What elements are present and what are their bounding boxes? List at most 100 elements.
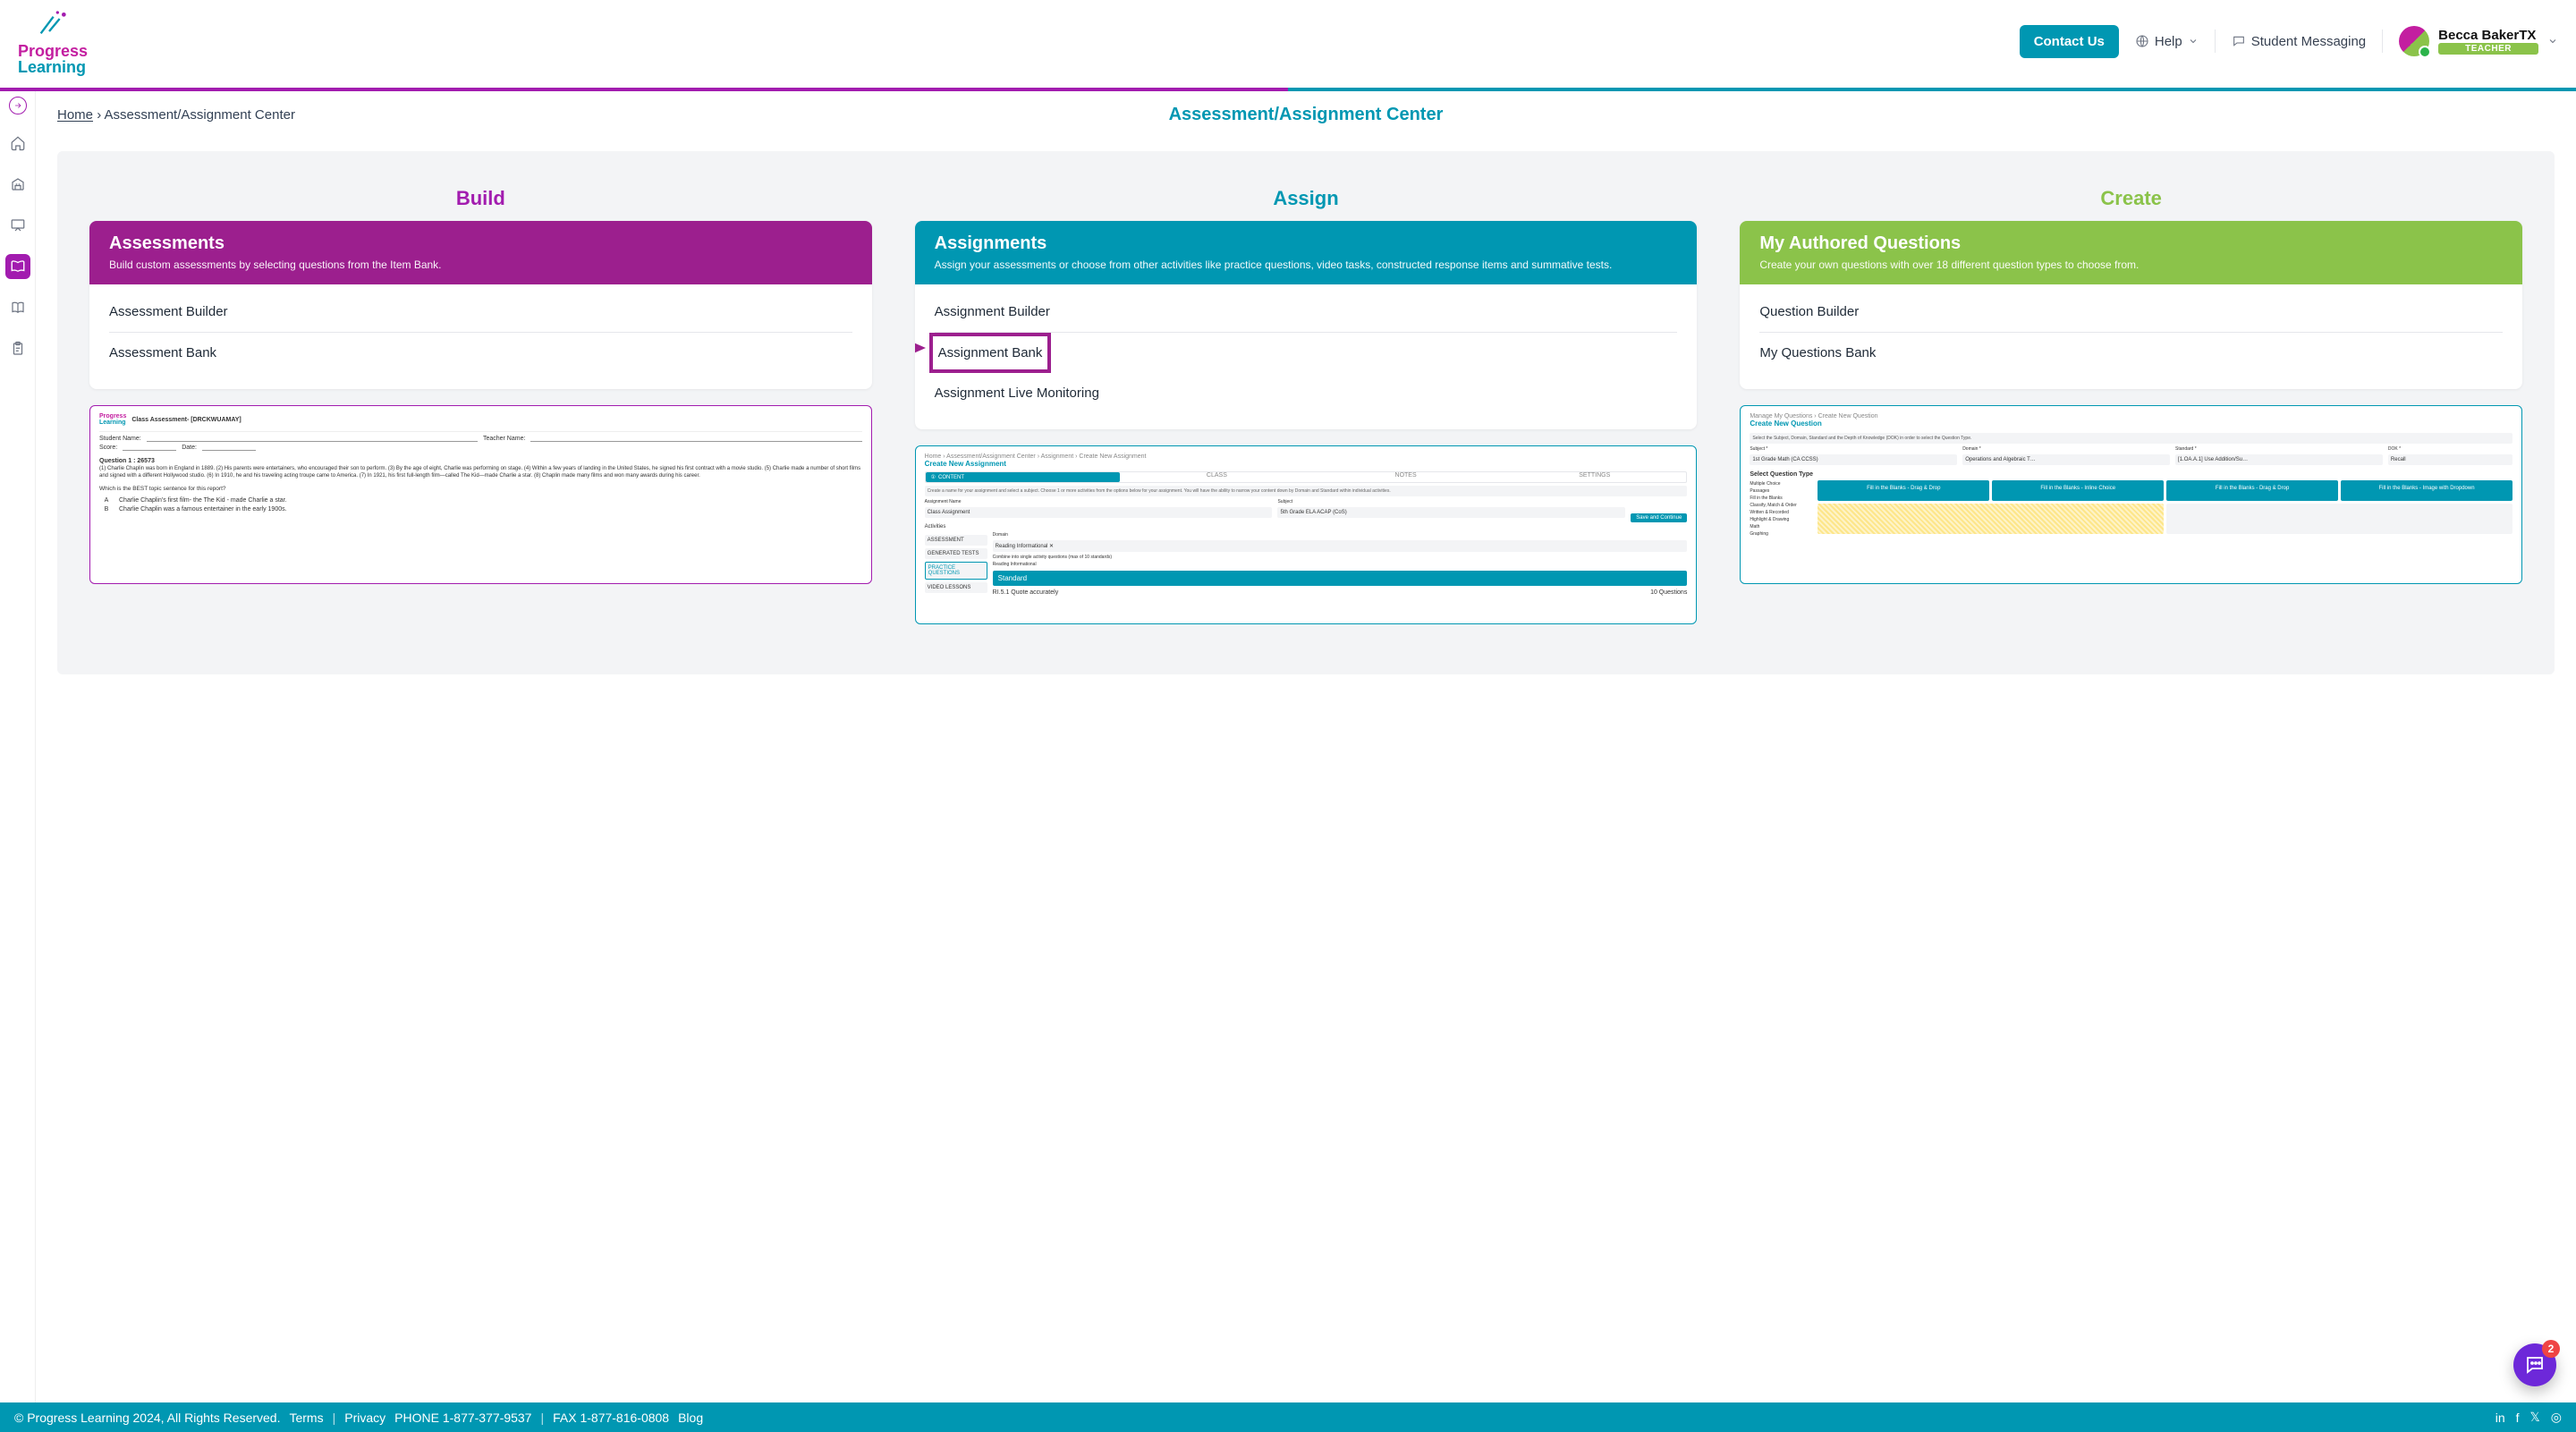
c-dok-value: Recall: [2388, 454, 2512, 465]
act-row: VIDEO LESSONS: [925, 582, 987, 593]
book-open-icon: [10, 258, 26, 275]
authored-sub: Create your own questions with over 18 d…: [1759, 258, 2503, 272]
nav-reports[interactable]: [5, 336, 30, 361]
qt-tile: Fill in the Blanks - Inline Choice: [1992, 480, 2164, 501]
assignment-bank-link[interactable]: Assignment Bank: [929, 333, 1052, 373]
preview-crumb: Home › Assessment/Assignment Center › As…: [925, 453, 1688, 460]
nav-assessment-center[interactable]: [5, 254, 30, 279]
assessment-bank-link[interactable]: Assessment Bank: [109, 333, 852, 373]
page-title: Assessment/Assignment Center: [1169, 105, 1444, 125]
std-sub: RI.5.1 Quote accurately: [993, 589, 1059, 596]
top-bar: Progress Learning Contact Us Help Studen…: [0, 0, 2576, 88]
create-preview: Manage My Questions › Create New Questio…: [1740, 405, 2522, 584]
question-prompt: Which is the BEST topic sentence for thi…: [99, 486, 862, 492]
c-subject-value: 1st Grade Math (CA CCSS): [1750, 454, 1957, 465]
student-messaging-link[interactable]: Student Messaging: [2232, 34, 2366, 49]
facebook-icon[interactable]: f: [2516, 1411, 2520, 1425]
column-build: Build Assessments Build custom assessmen…: [89, 187, 872, 624]
save-continue-btn: Save and Continue: [1631, 513, 1687, 522]
opt-a-letter: A: [99, 497, 114, 504]
assignment-live-monitoring-link[interactable]: Assignment Live Monitoring: [935, 373, 1678, 413]
book-icon: [10, 300, 26, 316]
chat-fab[interactable]: 2: [2513, 1343, 2556, 1386]
assessments-sub: Build custom assessments by selecting qu…: [109, 258, 852, 272]
build-heading: Build: [89, 187, 872, 210]
combine-label: Combine into single activity questions (…: [993, 555, 1688, 560]
footer-terms[interactable]: Terms: [289, 1411, 323, 1425]
contact-us-button[interactable]: Contact Us: [2020, 25, 2119, 58]
user-menu[interactable]: Becca BakerTX TEACHER: [2399, 26, 2558, 56]
create-heading: Create: [1740, 187, 2522, 210]
qt-tile: Fill in the Blanks - Drag & Drop: [2166, 480, 2338, 501]
user-name: Becca BakerTX: [2438, 28, 2536, 43]
qt-item: Written & Recorded: [1750, 509, 1812, 516]
instagram-icon[interactable]: ◎: [2551, 1410, 2562, 1425]
assessments-header: Assessments Build custom assessments by …: [89, 221, 872, 284]
qt-item: Passages: [1750, 487, 1812, 495]
build-preview: ProgressLearning Class Assessment- [DRCK…: [89, 405, 872, 584]
student-messaging-label: Student Messaging: [2251, 34, 2366, 49]
assignments-title: Assignments: [935, 233, 1678, 254]
side-nav: [0, 91, 36, 1402]
opt-a: Charlie Chaplin's first film- the The Ki…: [119, 497, 287, 504]
nav-class[interactable]: [5, 213, 30, 238]
breadcrumb-home[interactable]: Home: [57, 107, 93, 123]
home-icon: [10, 135, 26, 151]
teacher-badge: TEACHER: [2438, 43, 2538, 55]
footer-privacy[interactable]: Privacy: [344, 1411, 386, 1425]
q-count: 10 Questions: [1650, 589, 1687, 596]
assessment-builder-link[interactable]: Assessment Builder: [109, 292, 852, 333]
divider: [2215, 30, 2216, 53]
footer-blog[interactable]: Blog: [678, 1411, 703, 1425]
brand-logo[interactable]: Progress Learning: [18, 7, 88, 75]
assign-heading: Assign: [915, 187, 1698, 210]
nav-school[interactable]: [5, 172, 30, 197]
assign-subject-label: Subject: [1277, 499, 1625, 504]
footer: © Progress Learning 2024, All Rights Res…: [0, 1402, 2576, 1432]
assessments-card: Assessments Build custom assessments by …: [89, 221, 872, 389]
question-builder-link[interactable]: Question Builder: [1759, 292, 2503, 333]
callout-arrow-icon: [915, 335, 926, 361]
preview-assign-title: Create New Assignment: [925, 460, 1688, 468]
top-actions: Contact Us Help Student Messaging Becca …: [2020, 25, 2558, 58]
opt-b: Charlie Chaplin was a famous entertainer…: [119, 506, 287, 513]
assignment-builder-link[interactable]: Assignment Builder: [935, 292, 1678, 333]
date-label: Date:: [182, 445, 197, 451]
footer-fax: FAX 1-877-816-0808: [553, 1411, 669, 1425]
arrow-right-icon: [13, 101, 22, 110]
page-content: Home › Assessment/Assignment Center Asse…: [36, 91, 2576, 1402]
std-item: Reading Informational: [993, 562, 1688, 567]
divider: [2382, 30, 2383, 53]
tab-notes: NOTES: [1314, 472, 1497, 482]
c-dok-label: DOK *: [2388, 446, 2512, 452]
question-label: Question 1 : 26573: [99, 458, 862, 464]
qt-tile: Fill in the Blanks - Drag & Drop: [1818, 480, 1989, 501]
center-canvas: Build Assessments Build custom assessmen…: [57, 151, 2555, 674]
help-menu[interactable]: Help: [2135, 34, 2199, 49]
domain-value: Reading Informational ✕: [993, 540, 1688, 552]
footer-copyright: © Progress Learning 2024, All Rights Res…: [14, 1411, 280, 1425]
avatar: [2399, 26, 2429, 56]
building-icon: [10, 176, 26, 192]
opt-b-letter: B: [99, 506, 114, 513]
map-thumb: [1818, 504, 2164, 534]
nav-library[interactable]: [5, 295, 30, 320]
nav-expand-toggle[interactable]: [9, 97, 27, 114]
qt-item: Graphing: [1750, 530, 1812, 538]
spark-icon: [18, 7, 80, 43]
qt-item: Fill in the Blanks: [1750, 495, 1812, 502]
qt-tile: Fill in the Blanks - Image with Dropdown: [2341, 480, 2512, 501]
c-standard-label: Standard *: [2175, 446, 2383, 452]
c-domain-label: Domain *: [1962, 446, 2170, 452]
linkedin-icon[interactable]: in: [2496, 1411, 2505, 1425]
clipboard-icon: [10, 341, 26, 357]
tab-settings: SETTINGS: [1503, 472, 1686, 482]
nav-home[interactable]: [5, 131, 30, 156]
chat-bubble-icon: [2524, 1354, 2546, 1376]
my-questions-bank-link[interactable]: My Questions Bank: [1759, 333, 2503, 373]
twitter-icon[interactable]: 𝕏: [2530, 1410, 2540, 1425]
assignments-sub: Assign your assessments or choose from o…: [935, 258, 1678, 272]
chevron-down-icon: [2547, 36, 2558, 47]
assign-name-label: Assignment Name: [925, 499, 1273, 504]
assign-hint: Create a name for your assignment and se…: [925, 486, 1688, 496]
